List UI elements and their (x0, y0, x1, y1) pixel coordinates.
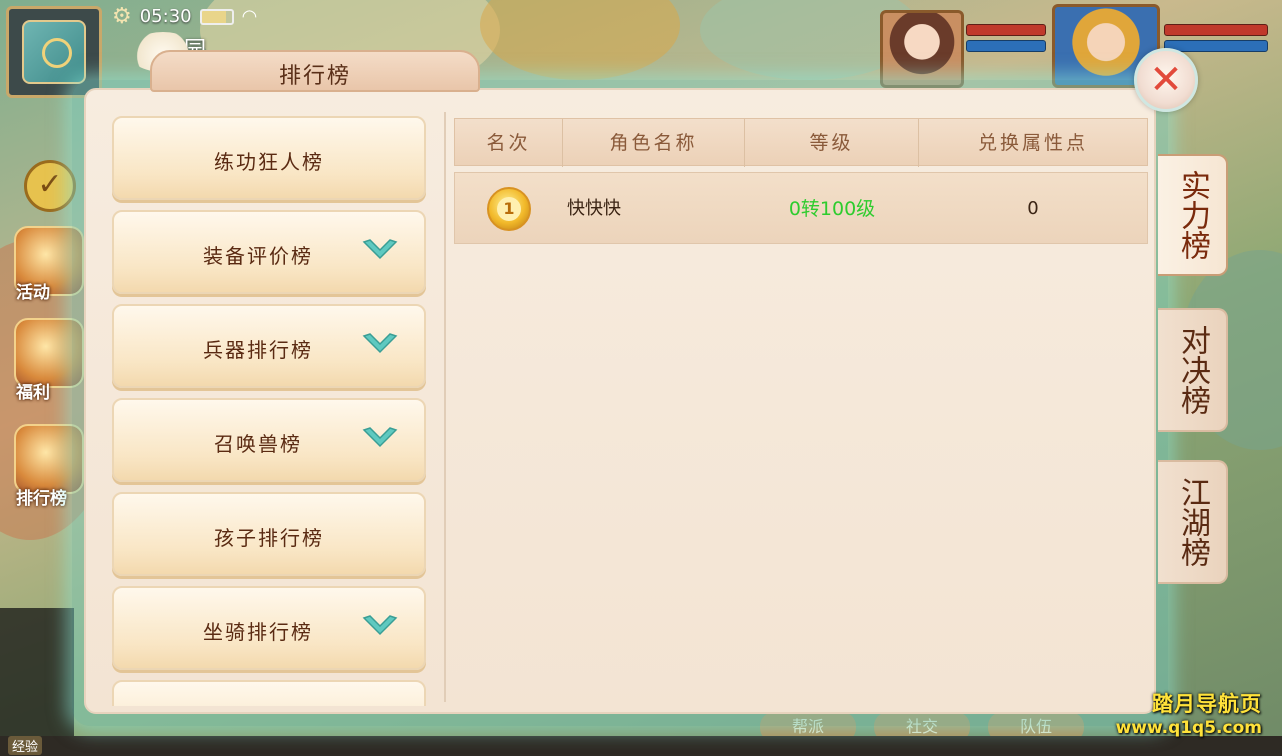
rank-number: 1 (497, 197, 521, 221)
divider (444, 112, 446, 702)
pet-hp-bar (966, 24, 1046, 36)
header-points: 兑换属性点 (977, 132, 1088, 154)
clock-time: 05:30 (139, 6, 192, 27)
exp-bar (0, 736, 1282, 756)
chevron-down-icon[interactable] (360, 610, 400, 640)
close-icon: ✕ (1149, 57, 1183, 103)
ranking-panel: 练功狂人榜 装备评价榜 兵器排行榜 召唤兽榜 孩子排行榜 坐骑排行榜 名次 角色… (84, 88, 1156, 714)
battery-icon (199, 8, 234, 25)
tab-jianghu[interactable]: 江湖榜 (1158, 460, 1228, 584)
tab-label: 江湖榜 (1175, 477, 1210, 567)
activity-label: 活动 (16, 283, 50, 303)
panel-title-tab: 排行榜 (150, 50, 480, 92)
panel-title: 排行榜 (278, 64, 351, 89)
welfare-label: 福利 (16, 383, 50, 403)
chevron-down-icon[interactable] (360, 234, 400, 264)
category-item[interactable]: 孩子排行榜 (112, 492, 426, 576)
player-hp-bar (1164, 24, 1268, 36)
category-item[interactable]: 兵器排行榜 (112, 304, 426, 388)
tab-label: 对决榜 (1175, 325, 1210, 415)
category-label: 装备评价榜 (203, 244, 313, 268)
category-item[interactable]: 坐骑排行榜 (112, 586, 426, 670)
category-list[interactable]: 练功狂人榜 装备评价榜 兵器排行榜 召唤兽榜 孩子排行榜 坐骑排行榜 (112, 116, 428, 706)
category-label: 坐骑排行榜 (203, 620, 313, 644)
task-check-icon[interactable]: ✓ (24, 160, 76, 212)
status-row: ⚙ 05:30 ◠ (112, 4, 257, 29)
watermark-title: 踏月导航页 (1152, 692, 1262, 716)
tab-duel[interactable]: 对决榜 (1158, 308, 1228, 432)
category-item[interactable]: 练功狂人榜 (112, 116, 426, 200)
player-name: 快快快 (567, 198, 621, 219)
gear-icon[interactable]: ⚙ (112, 4, 132, 29)
category-item[interactable]: 装备评价榜 (112, 210, 426, 294)
chat-panel[interactable] (0, 608, 74, 736)
table-row[interactable]: 1 快快快 0转100级 0 (454, 172, 1148, 244)
rank-medal-icon: 1 (487, 187, 531, 231)
category-label: 孩子排行榜 (214, 526, 324, 550)
pet-mp-bar (966, 40, 1046, 52)
header-name: 角色名称 (563, 119, 745, 167)
chevron-down-icon[interactable] (360, 328, 400, 358)
header-rank: 名次 (455, 119, 563, 167)
map-icon (22, 20, 86, 84)
player-level: 0转100级 (788, 198, 876, 220)
wifi-icon: ◠ (241, 6, 258, 27)
category-label: 练功狂人榜 (214, 150, 324, 174)
exp-label: 经验 (8, 736, 43, 755)
header-level: 等级 (745, 119, 919, 167)
close-button[interactable]: ✕ (1134, 48, 1198, 112)
watermark-url: www.q1q5.com (1115, 718, 1262, 738)
category-label: 召唤兽榜 (214, 432, 302, 456)
category-item[interactable]: 召唤兽榜 (112, 398, 426, 482)
tab-label: 实力榜 (1175, 170, 1210, 260)
tab-strength[interactable]: 实力榜 (1158, 154, 1228, 276)
leaderboard-label: 排行榜 (16, 489, 67, 509)
category-item[interactable] (112, 680, 426, 706)
watermark: 踏月导航页 www.q1q5.com (1116, 688, 1262, 738)
player-points: 0 (1027, 198, 1039, 219)
table-header: 名次 角色名称 等级 兑换属性点 (454, 118, 1148, 167)
pet-portrait[interactable] (880, 10, 964, 88)
chevron-down-icon[interactable] (360, 422, 400, 452)
category-label: 兵器排行榜 (203, 338, 313, 362)
